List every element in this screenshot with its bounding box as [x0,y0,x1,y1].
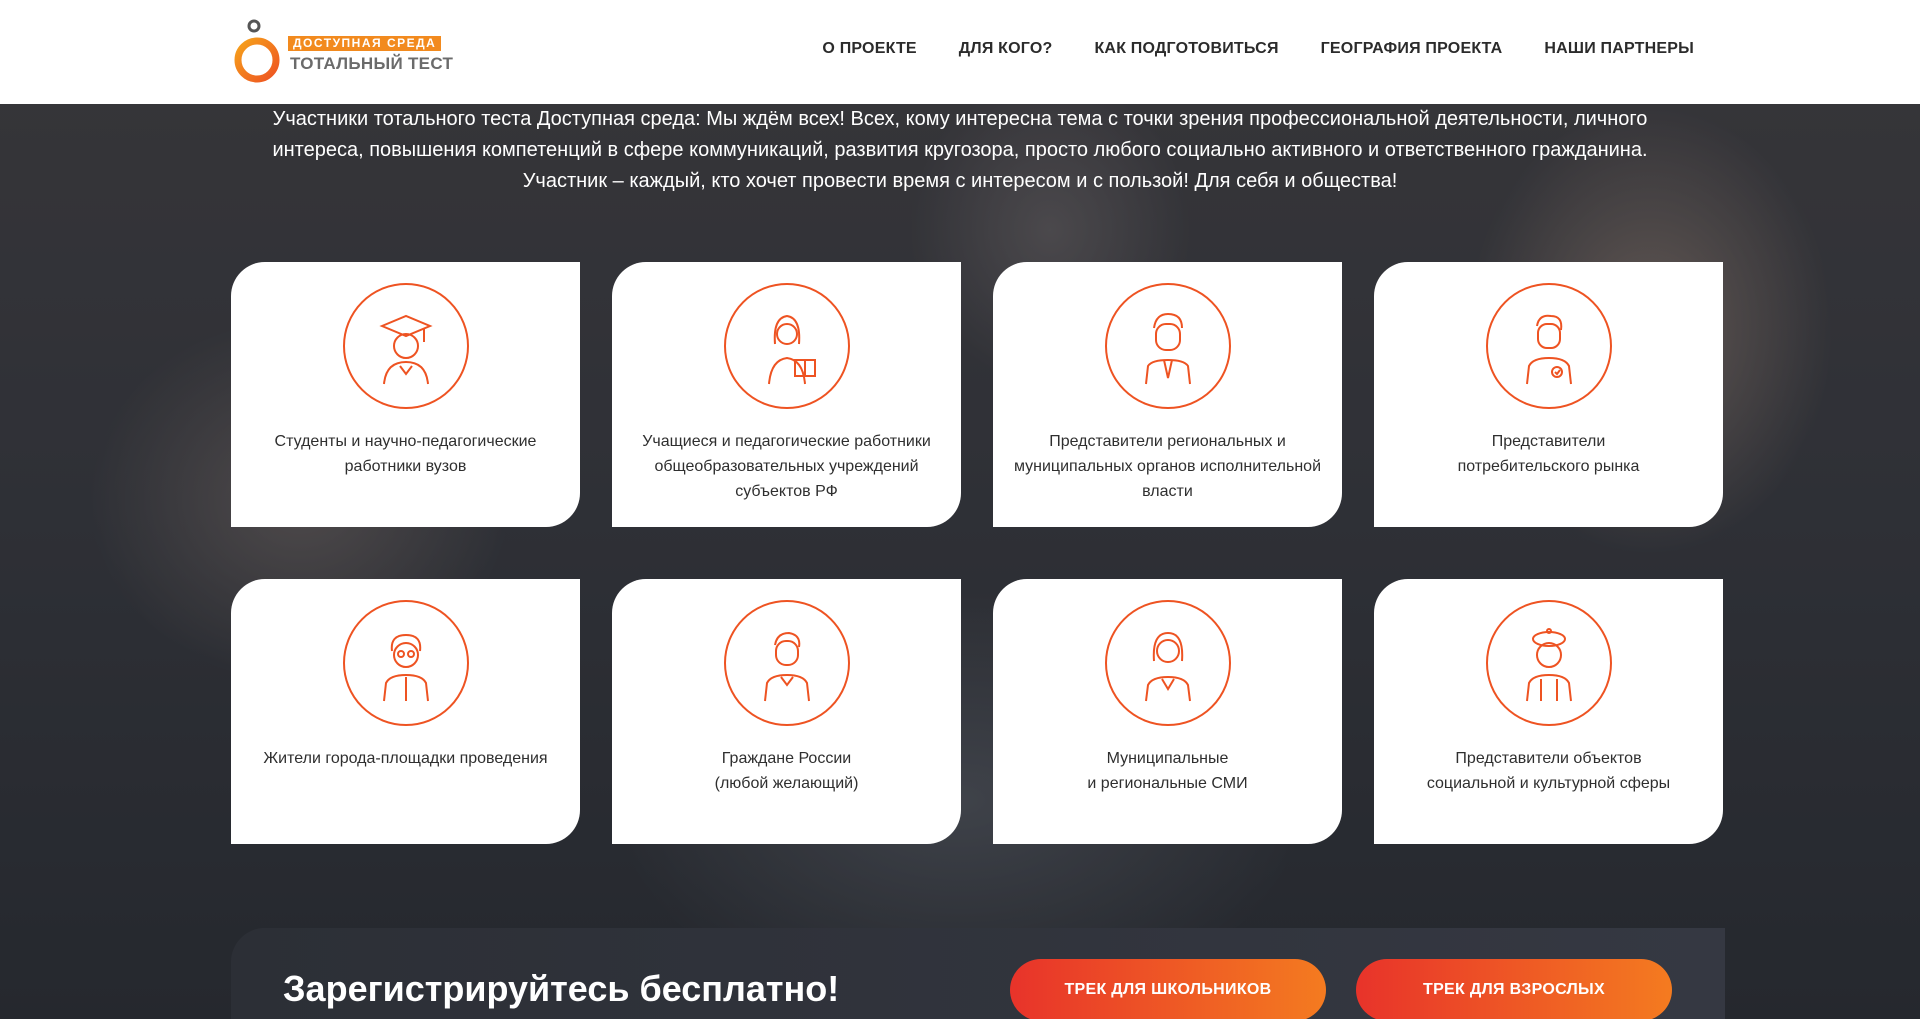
audience-label: Представители объектов социальной и куль… [1426,750,1671,792]
icon-circle [1104,600,1231,726]
elderly-man-icon [382,633,429,702]
teacher-with-book-icon [767,314,816,385]
audience-card: Представители региональных и муниципальн… [993,262,1342,527]
logo-top-label: ДОСТУПНАЯ СРЕДА [288,36,442,51]
nav-item-geography[interactable]: ГЕОГРАФИЯ ПРОЕКТА [1321,40,1503,58]
intro-text: Участники тотального теста Доступная сре… [272,108,1648,192]
audience-label: Представители потребительского рынка [1457,433,1640,475]
icon-circle [1485,600,1612,726]
icon-circle [723,600,850,726]
consumer-badge-icon [1525,314,1572,385]
nav-item-for-whom[interactable]: ДЛЯ КОГО? [959,40,1053,58]
official-in-suit-icon [1144,312,1191,385]
icon-circle [342,600,469,726]
audience-card: Муниципальные и региональные СМИ [993,579,1342,844]
audience-card: Жители города-площадки проведения [231,579,580,844]
logo-bottom-label: ТОТАЛЬНЫЙ ТЕСТ [290,54,454,73]
icon-circle [342,283,469,409]
audience-label: Жители города-площадки проведения [263,750,548,767]
nav-item-partners[interactable]: НАШИ ПАРТНЕРЫ [1544,40,1694,58]
main-nav: О ПРОЕКТЕ ДЛЯ КОГО? КАК ПОДГОТОВИТЬСЯ ГЕ… [822,40,1694,58]
school-track-button[interactable]: ТРЕК ДЛЯ ШКОЛЬНИКОВ [1010,959,1326,1019]
audience-label: Учащиеся и педагогические работники обще… [642,433,931,500]
journalist-woman-icon [1144,631,1191,702]
registration-title: Зарегистрируйтесь бесплатно! [283,968,840,1009]
registration-panel: Зарегистрируйтесь бесплатно! ТРЕК ДЛЯ ШК… [231,928,1725,1019]
nav-item-how-to-prepare[interactable]: КАК ПОДГОТОВИТЬСЯ [1094,40,1278,58]
site-header: ДОСТУПНАЯ СРЕДА ТОТАЛЬНЫЙ ТЕСТ О ПРОЕКТЕ… [0,0,1920,104]
icon-circle [1104,283,1231,409]
audience-card: Представители потребительского рынка [1374,262,1723,527]
artist-beret-icon [1525,628,1572,702]
audience-card: Учащиеся и педагогические работники обще… [612,262,961,527]
adult-track-button[interactable]: ТРЕК ДЛЯ ВЗРОСЛЫХ [1356,959,1672,1019]
audience-grid: Студенты и научно-педагогические работни… [231,262,1725,844]
audience-label: Студенты и научно-педагогические работни… [274,433,537,475]
citizen-icon [763,631,810,702]
nav-item-about[interactable]: О ПРОЕКТЕ [822,40,916,58]
audience-card: Представители объектов социальной и куль… [1374,579,1723,844]
graduate-icon [378,314,433,385]
audience-label: Муниципальные и региональные СМИ [1087,750,1248,792]
icon-circle [723,283,850,409]
audience-card: Студенты и научно-педагогические работни… [231,262,580,527]
audience-label: Граждане России (любой желающий) [714,750,859,792]
audience-label: Представители региональных и муниципальн… [1013,433,1322,500]
icon-circle [1485,283,1612,409]
site-logo[interactable]: ДОСТУПНАЯ СРЕДА ТОТАЛЬНЫЙ ТЕСТ [230,18,454,84]
audience-card: Граждане России (любой желающий) [612,579,961,844]
logo-mark-icon [234,19,280,83]
